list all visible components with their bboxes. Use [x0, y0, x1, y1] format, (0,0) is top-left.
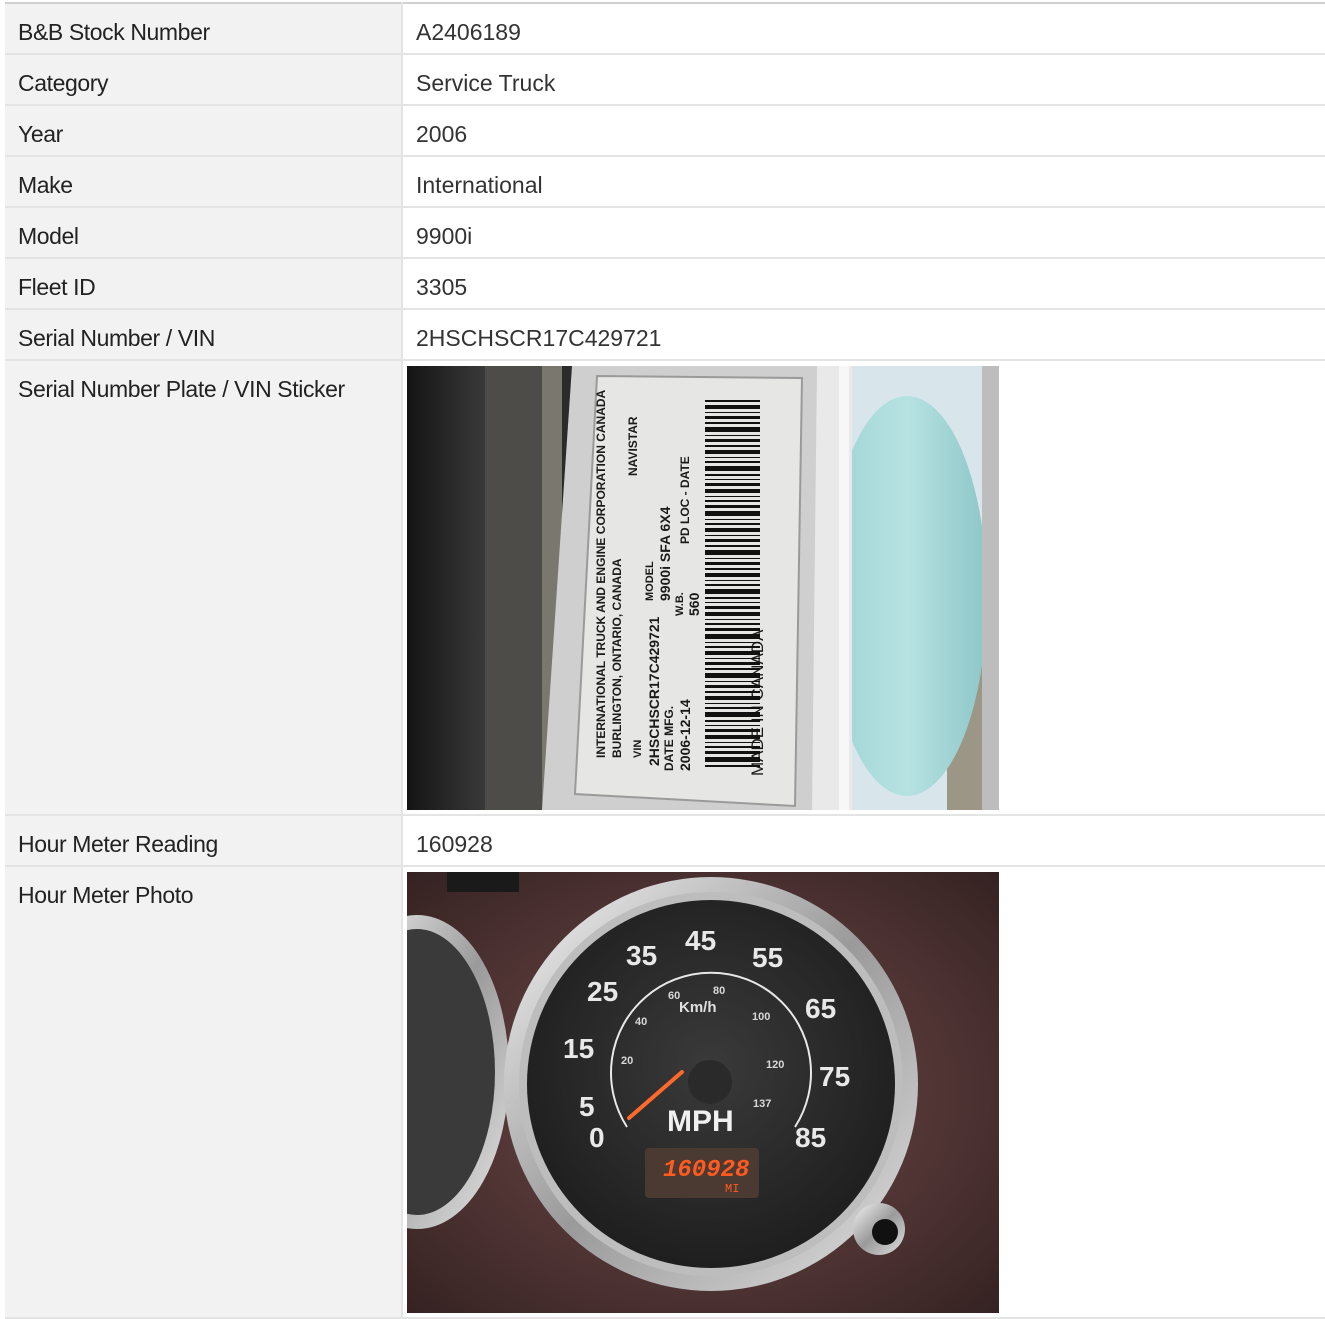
row-label: Category [18, 70, 109, 96]
row-label-cell: Hour Meter Reading [5, 815, 403, 867]
row-label-cell: B&B Stock Number [5, 3, 403, 55]
row-value-cell: 2006 [402, 105, 1325, 157]
row-value-cell: 160928 [402, 815, 1325, 867]
odometer-reading: 160928 [663, 1157, 749, 1184]
kmh-tick-label: 100 [752, 1011, 770, 1023]
row-label: Hour Meter Photo [18, 882, 194, 908]
row-label-cell: Make [5, 156, 403, 208]
sticker-date: 2006-12-14 [677, 699, 693, 771]
vin-value: 2HSCHSCR17C429721 [416, 325, 662, 351]
sticker-wb: 560 [686, 592, 702, 616]
fleet-id-value: 3305 [416, 274, 468, 300]
mph-tick-label: 25 [587, 976, 618, 1007]
kmh-tick-label: 137 [753, 1098, 771, 1110]
row-label-cell: Hour Meter Photo [5, 866, 403, 1319]
make-value: International [416, 172, 543, 198]
mph-tick-label: 65 [805, 993, 836, 1024]
year-value: 2006 [416, 121, 468, 147]
mph-tick-label: 35 [626, 940, 657, 971]
row-label-cell: Serial Number Plate / VIN Sticker [5, 360, 403, 816]
row-value-cell: 9900i [402, 207, 1325, 259]
row-label: Year [18, 121, 63, 147]
mph-tick-label: 85 [795, 1122, 826, 1153]
table-row: Make International [5, 156, 1325, 208]
row-value-cell: Service Truck [402, 54, 1325, 106]
row-value-cell: 0 5 15 25 35 45 55 65 75 85 20 40 60 80 … [402, 866, 1325, 1319]
kmh-unit: Km/h [679, 999, 717, 1016]
sticker-vin-label: VIN [632, 740, 644, 758]
mph-tick-label: 75 [819, 1061, 850, 1092]
vin-photo-wrap: INTERNATIONAL TRUCK AND ENGINE CORPORATI… [403, 361, 1325, 814]
table-row-meter-photo: Hour Meter Photo 0 5 15 25 35 45 55 65 7… [5, 866, 1325, 1319]
table-row: Fleet ID 3305 [5, 258, 1325, 310]
sticker-model-label: MODEL [644, 561, 656, 601]
kmh-tick-label: 80 [713, 985, 725, 997]
sticker-line2: BURLINGTON, ONTARIO, CANADA [610, 558, 624, 758]
kmh-tick-label: 20 [621, 1055, 633, 1067]
table-row: Hour Meter Reading 160928 [5, 815, 1325, 867]
kmh-tick-label: 40 [635, 1016, 647, 1028]
stock-number-value: A2406189 [416, 19, 521, 45]
hour-meter-value: 160928 [416, 831, 493, 857]
table-row: B&B Stock Number A2406189 [5, 3, 1325, 55]
mph-tick-label: 5 [579, 1091, 595, 1122]
row-value-cell: International [402, 156, 1325, 208]
meter-photo-wrap: 0 5 15 25 35 45 55 65 75 85 20 40 60 80 … [403, 867, 1325, 1317]
row-value-cell: INTERNATIONAL TRUCK AND ENGINE CORPORATI… [402, 360, 1325, 816]
vin-sticker-photo[interactable]: INTERNATIONAL TRUCK AND ENGINE CORPORATI… [407, 366, 999, 810]
sticker-vin: 2HSCHSCR17C429721 [646, 616, 662, 766]
row-label: Make [18, 172, 73, 198]
row-label: Model [18, 223, 79, 249]
table-row: Serial Number / VIN 2HSCHSCR17C429721 [5, 309, 1325, 361]
category-value: Service Truck [416, 70, 556, 96]
table-row: Category Service Truck [5, 54, 1325, 106]
mph-tick-label: 45 [685, 925, 716, 956]
row-value-cell: 3305 [402, 258, 1325, 310]
row-label: Serial Number / VIN [18, 325, 215, 351]
row-label-cell: Serial Number / VIN [5, 309, 403, 361]
sticker-wb-label: W.B. [674, 592, 686, 616]
kmh-tick-label: 120 [766, 1059, 784, 1071]
mph-tick-label: 15 [563, 1033, 594, 1064]
row-label-cell: Year [5, 105, 403, 157]
row-label: Hour Meter Reading [18, 831, 218, 857]
spec-table: B&B Stock Number A2406189 Category Servi… [5, 2, 1325, 1319]
sticker-pd-label: PD LOC - DATE [678, 456, 692, 544]
mph-tick-label: 0 [589, 1122, 605, 1153]
mph-tick-label: 55 [752, 942, 783, 973]
row-value-cell: 2HSCHSCR17C429721 [402, 309, 1325, 361]
table-row: Model 9900i [5, 207, 1325, 259]
odometer-unit: MI [725, 1182, 739, 1196]
table-row: Year 2006 [5, 105, 1325, 157]
row-label-cell: Fleet ID [5, 258, 403, 310]
row-label: Serial Number Plate / VIN Sticker [18, 376, 345, 402]
row-label: B&B Stock Number [18, 19, 210, 45]
model-value: 9900i [416, 223, 473, 249]
mph-unit: MPH [667, 1105, 734, 1138]
row-label: Fleet ID [18, 274, 96, 300]
row-label-cell: Model [5, 207, 403, 259]
row-value-cell: A2406189 [402, 3, 1325, 55]
sticker-date-label: DATE MFG. [662, 706, 676, 771]
sticker-line1: INTERNATIONAL TRUCK AND ENGINE CORPORATI… [594, 389, 608, 758]
sticker-model: 9900i SFA 6X4 [657, 506, 673, 601]
table-row-vin-photo: Serial Number Plate / VIN Sticker INTERN… [5, 360, 1325, 816]
sticker-brand: NAVISTAR [626, 416, 640, 476]
row-label-cell: Category [5, 54, 403, 106]
hour-meter-photo[interactable]: 0 5 15 25 35 45 55 65 75 85 20 40 60 80 … [407, 872, 999, 1313]
